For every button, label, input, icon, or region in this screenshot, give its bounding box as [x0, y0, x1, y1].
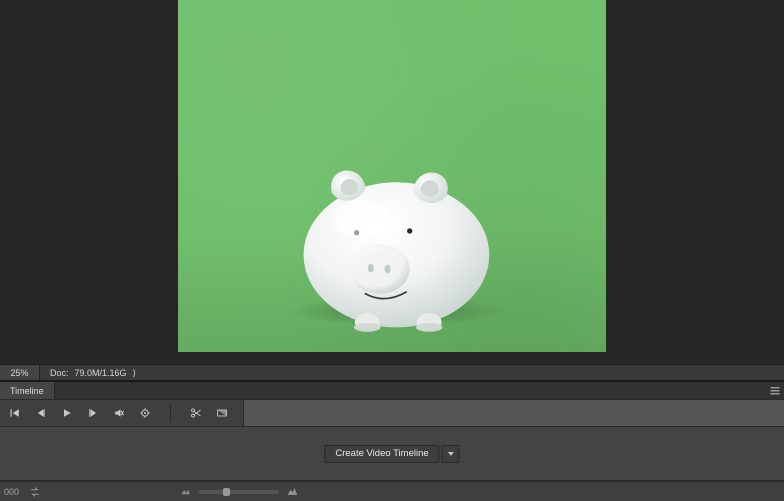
scissors-icon[interactable]: [189, 406, 203, 420]
zoom-slider[interactable]: [199, 490, 279, 494]
zoom-in-mountain-icon[interactable]: [287, 486, 298, 497]
playback-settings-icon[interactable]: [138, 406, 152, 420]
toolbar-divider: [170, 404, 171, 422]
zoom-out-mountain-icon[interactable]: [180, 486, 191, 497]
mute-icon[interactable]: [112, 406, 126, 420]
previous-frame-icon[interactable]: [34, 406, 48, 420]
current-frame-display[interactable]: 000: [4, 487, 19, 497]
tab-timeline[interactable]: Timeline: [0, 382, 55, 399]
play-icon[interactable]: [60, 406, 74, 420]
doc-more-chevron-icon[interactable]: ⟩: [133, 368, 137, 379]
doc-label: Doc:: [50, 368, 69, 378]
timeline-track-header[interactable]: [243, 400, 784, 426]
convert-frames-icon[interactable]: [29, 486, 41, 498]
create-video-timeline-button[interactable]: Create Video Timeline: [324, 445, 439, 463]
timeline-toolbar: [0, 399, 784, 427]
next-frame-icon[interactable]: [86, 406, 100, 420]
doc-value: 79.0M/1.16G: [75, 368, 127, 378]
zoom-slider-group: [180, 486, 298, 497]
doc-info: Doc: 79.0M/1.16G ⟩: [40, 367, 146, 378]
create-video-timeline-dropdown[interactable]: [442, 445, 460, 463]
tab-spacer: [55, 382, 766, 399]
timeline-footer: 000: [0, 481, 784, 501]
panel-menu-icon[interactable]: [766, 382, 784, 399]
timeline-body: Create Video Timeline: [0, 427, 784, 481]
canvas-area: [0, 0, 784, 364]
status-bar: 25% Doc: 79.0M/1.16G ⟩: [0, 364, 784, 381]
transition-icon[interactable]: [215, 406, 229, 420]
first-frame-icon[interactable]: [8, 406, 22, 420]
piggy-bank-image: [277, 131, 507, 334]
panel-tab-strip: Timeline: [0, 381, 784, 399]
zoom-field[interactable]: 25%: [0, 365, 40, 380]
document-canvas[interactable]: [178, 0, 606, 352]
